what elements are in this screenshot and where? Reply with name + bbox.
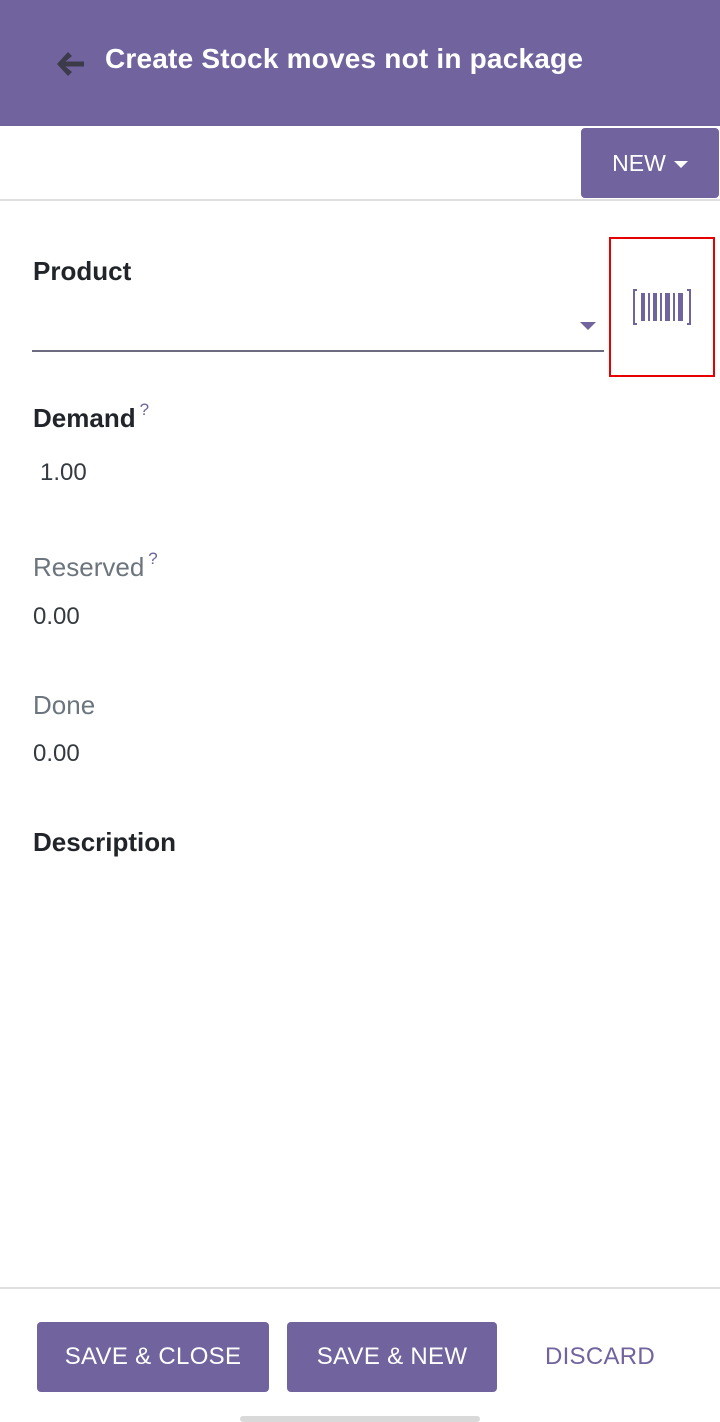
product-label: Product [33,256,132,286]
new-button-label: NEW [612,149,666,176]
description-input[interactable] [33,875,688,1255]
page-title: Create Stock moves not in package [105,43,584,74]
app: Create Stock moves not in package NEW Pr… [0,0,720,1422]
discard-button[interactable]: DISCARD [520,1322,680,1392]
dialog-footer: SAVE & CLOSE SAVE & NEW DISCARD [0,1287,720,1422]
barcode-scan-button[interactable] [609,237,715,377]
demand-label-text: Demand [33,403,136,433]
save-new-button[interactable]: SAVE & NEW [287,1322,497,1392]
product-input[interactable] [32,304,604,352]
home-indicator [240,1416,480,1422]
done-value: 0.00 [33,740,80,767]
reserved-label-text: Reserved [33,552,145,582]
save-close-button[interactable]: SAVE & CLOSE [37,1322,269,1392]
reserved-label: Reserved? [33,549,158,583]
control-panel: NEW [0,126,720,201]
description-label: Description [33,827,177,857]
demand-value[interactable]: 1.00 [40,459,87,487]
new-button[interactable]: NEW [581,128,719,198]
app-header: Create Stock moves not in package [0,0,720,126]
reserved-value: 0.00 [33,603,80,630]
dropdown-caret-icon[interactable] [580,322,596,330]
done-label: Done [33,690,96,720]
back-button[interactable] [50,44,90,84]
reserved-help-tooltip[interactable]: ? [148,549,157,568]
demand-label: Demand? [33,400,149,434]
barcode-icon [633,289,691,325]
caret-down-icon [673,160,688,168]
demand-help-tooltip[interactable]: ? [140,400,149,419]
arrow-left-icon [57,52,84,76]
